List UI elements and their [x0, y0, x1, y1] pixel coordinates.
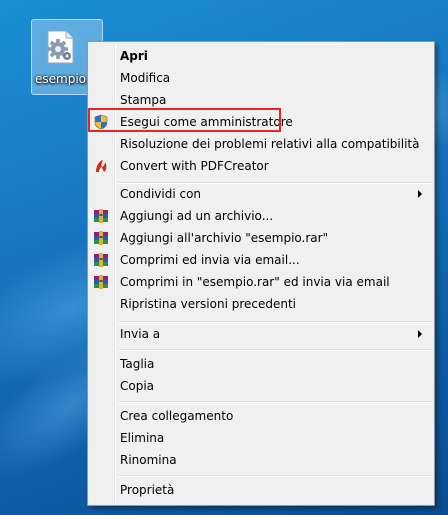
menu-item-label: Crea collegamento: [120, 409, 234, 423]
menu-item-send-to[interactable]: Invia a: [90, 323, 432, 345]
menu-item-delete[interactable]: Elimina: [90, 427, 432, 449]
uac-shield-icon: [94, 114, 108, 130]
menu-item-restore-previous-versions[interactable]: Ripristina versioni precedenti: [90, 293, 432, 315]
menu-item-edit[interactable]: Modifica: [90, 67, 432, 89]
menu-item-label: Copia: [120, 379, 155, 393]
menu-item-cut[interactable]: Taglia: [90, 353, 432, 375]
context-menu: Apri Modifica Stampa Esegui come amminis…: [87, 41, 435, 506]
menu-item-rename[interactable]: Rinomina: [90, 449, 432, 471]
menu-item-compatibility-troubleshoot[interactable]: Risoluzione dei problemi relativi alla c…: [90, 133, 432, 155]
menu-item-label: Aggiungi all'archivio "esempio.rar": [120, 231, 329, 245]
menu-item-compress-and-email[interactable]: Comprimi ed invia via email...: [90, 249, 432, 271]
menu-item-share-with[interactable]: Condividi con: [90, 183, 432, 205]
menu-item-compress-to-rar-and-email[interactable]: Comprimi in "esempio.rar" ed invia via e…: [90, 271, 432, 293]
submenu-arrow-icon: [418, 330, 422, 338]
menu-separator: [118, 401, 432, 403]
menu-item-label: Taglia: [120, 357, 155, 371]
menu-item-label: Modifica: [120, 71, 171, 85]
menu-item-label: Apri: [120, 49, 148, 63]
menu-item-add-to-archive[interactable]: Aggiungi ad un archivio...: [90, 205, 432, 227]
menu-item-label: Stampa: [120, 93, 167, 107]
menu-item-convert-pdfcreator[interactable]: Convert with PDFCreator: [90, 155, 432, 177]
menu-item-run-as-admin[interactable]: Esegui come amministratore: [90, 111, 432, 133]
menu-item-copy[interactable]: Copia: [90, 375, 432, 397]
menu-item-create-shortcut[interactable]: Crea collegamento: [90, 405, 432, 427]
menu-item-label: Elimina: [120, 431, 165, 445]
winrar-icon: [94, 253, 108, 267]
menu-item-add-to-esempio-rar[interactable]: Aggiungi all'archivio "esempio.rar": [90, 227, 432, 249]
winrar-icon: [94, 231, 108, 245]
winrar-icon: [94, 209, 108, 223]
menu-item-label: Ripristina versioni precedenti: [120, 297, 297, 311]
menu-item-label: Risoluzione dei problemi relativi alla c…: [120, 137, 420, 151]
config-file-gear-icon: [47, 30, 74, 64]
menu-item-label: Aggiungi ad un archivio...: [120, 209, 274, 223]
menu-item-label: Comprimi ed invia via email...: [120, 253, 300, 267]
menu-item-label: Convert with PDFCreator: [120, 159, 269, 173]
menu-item-label: Condividi con: [120, 187, 202, 201]
menu-item-label: Esegui come amministratore: [120, 115, 293, 129]
menu-item-label: Comprimi in "esempio.rar" ed invia via e…: [120, 275, 390, 289]
desktop: esempio.b Apri Modifica Stampa Esegui co…: [0, 0, 448, 515]
pdfcreator-icon: [96, 160, 107, 172]
winrar-icon: [94, 275, 108, 289]
menu-item-label: Rinomina: [120, 453, 177, 467]
menu-item-properties[interactable]: Proprietà: [90, 479, 432, 501]
menu-separator: [118, 475, 432, 477]
submenu-arrow-icon: [418, 190, 422, 198]
menu-item-label: Proprietà: [120, 483, 175, 497]
menu-item-open[interactable]: Apri: [90, 45, 432, 67]
menu-item-label: Invia a: [120, 327, 161, 341]
menu-item-print[interactable]: Stampa: [90, 89, 432, 111]
menu-separator: [118, 349, 432, 351]
